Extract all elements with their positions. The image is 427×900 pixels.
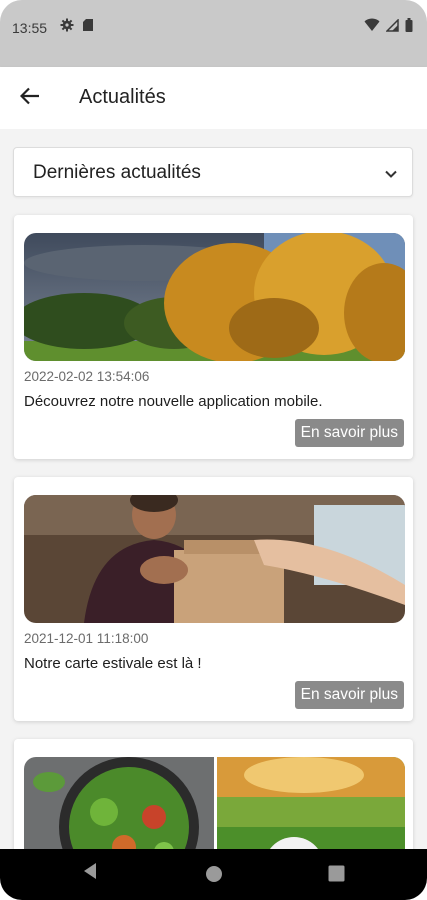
takeaway-bag-photo bbox=[24, 495, 405, 623]
news-list[interactable]: Dernières actualités 2022-02-02 13:54:06… bbox=[0, 129, 427, 849]
status-time: 13:55 bbox=[12, 20, 48, 36]
home-circle-icon[interactable] bbox=[205, 865, 223, 888]
chevron-down-icon bbox=[384, 166, 398, 184]
sd-card-icon bbox=[82, 18, 94, 37]
signal-icon bbox=[385, 17, 399, 37]
salad-and-golf-photo bbox=[24, 757, 405, 849]
arrow-left-icon bbox=[19, 87, 40, 110]
news-filter-value: Dernières actualités bbox=[33, 162, 201, 183]
gear-icon bbox=[60, 18, 74, 37]
navigation-bar bbox=[0, 849, 427, 900]
recents-square-icon[interactable] bbox=[328, 865, 345, 887]
read-more-button[interactable]: En savoir plus bbox=[294, 681, 404, 709]
page-title: Actualités bbox=[79, 86, 166, 108]
news-card bbox=[14, 739, 413, 849]
news-date: 2021-12-01 11:18:00 bbox=[24, 631, 149, 646]
autumn-trees-photo bbox=[24, 233, 405, 361]
news-title: Notre carte estivale est là ! bbox=[24, 655, 202, 672]
status-bar: 13:55 bbox=[0, 0, 427, 67]
wifi-icon bbox=[364, 18, 380, 37]
app-bar: Actualités bbox=[0, 67, 427, 129]
news-card: 2022-02-02 13:54:06 Découvrez notre nouv… bbox=[14, 215, 413, 459]
news-title: Découvrez notre nouvelle application mob… bbox=[24, 393, 323, 410]
read-more-button[interactable]: En savoir plus bbox=[294, 419, 404, 447]
news-date: 2022-02-02 13:54:06 bbox=[24, 369, 150, 384]
news-filter-select[interactable]: Dernières actualités bbox=[13, 147, 413, 197]
back-button[interactable] bbox=[14, 82, 46, 114]
news-card: 2021-12-01 11:18:00 Notre carte estivale… bbox=[14, 477, 413, 721]
back-triangle-icon[interactable] bbox=[82, 862, 98, 885]
battery-icon bbox=[405, 18, 413, 37]
